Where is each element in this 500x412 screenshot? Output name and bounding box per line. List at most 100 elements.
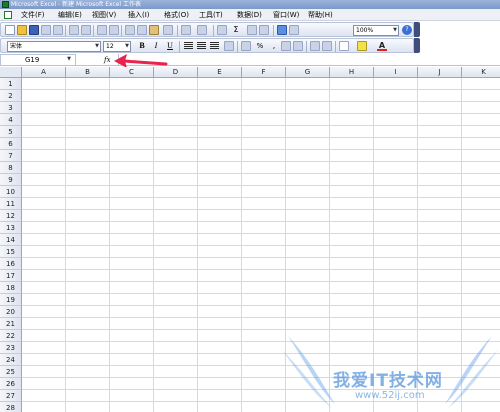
fill-color-icon[interactable]	[357, 41, 367, 51]
toolbar-options-handle[interactable]	[414, 22, 420, 37]
row-header[interactable]: 19	[0, 294, 22, 306]
column-header[interactable]: D	[154, 67, 198, 78]
toolbar-options-handle[interactable]	[414, 38, 420, 53]
column-header[interactable]: E	[198, 67, 242, 78]
print-preview-icon[interactable]	[81, 25, 91, 35]
row-header[interactable]: 12	[0, 210, 22, 222]
cut-icon[interactable]	[125, 25, 135, 35]
menu-view[interactable]: 视图(V)	[92, 9, 116, 21]
drawing-icon[interactable]	[289, 25, 299, 35]
column-header[interactable]: H	[330, 67, 374, 78]
row-header[interactable]: 15	[0, 246, 22, 258]
copy-icon[interactable]	[137, 25, 147, 35]
align-center-icon[interactable]	[197, 42, 206, 50]
formula-input[interactable]	[118, 54, 500, 66]
increase-indent-icon[interactable]	[322, 41, 332, 51]
row-header[interactable]: 7	[0, 150, 22, 162]
decrease-decimal-icon[interactable]	[293, 41, 303, 51]
row-header[interactable]: 27	[0, 390, 22, 402]
chevron-down-icon: ▼	[67, 56, 71, 62]
row-header[interactable]: 18	[0, 282, 22, 294]
column-header[interactable]: G	[286, 67, 330, 78]
row-header[interactable]: 10	[0, 186, 22, 198]
column-header[interactable]: I	[374, 67, 418, 78]
currency-icon[interactable]	[241, 41, 251, 51]
menu-bar: 文件(F) 编辑(E) 视图(V) 插入(I) 格式(O) 工具(T) 数据(D…	[0, 9, 500, 21]
font-select[interactable]: 宋体 ▼	[7, 41, 101, 52]
separator	[65, 25, 66, 36]
name-box[interactable]: G19 ▼	[0, 54, 76, 66]
help-icon[interactable]: ?	[402, 25, 412, 35]
column-header[interactable]: J	[418, 67, 462, 78]
row-header[interactable]: 25	[0, 366, 22, 378]
window-title: Microsoft Excel - 新建 Microsoft Excel 工作表	[11, 1, 142, 8]
autosum-button[interactable]: Σ	[231, 25, 241, 35]
align-left-icon[interactable]	[184, 42, 193, 50]
workbook-icon[interactable]	[4, 11, 12, 19]
merge-center-icon[interactable]	[224, 41, 234, 51]
save-icon[interactable]	[29, 25, 39, 35]
row-header[interactable]: 8	[0, 162, 22, 174]
spelling-icon[interactable]	[97, 25, 107, 35]
column-header[interactable]: A	[22, 67, 66, 78]
hyperlink-icon[interactable]	[217, 25, 227, 35]
row-header[interactable]: 16	[0, 258, 22, 270]
format-painter-icon[interactable]	[163, 25, 173, 35]
chart-wizard-icon[interactable]	[277, 25, 287, 35]
print-icon[interactable]	[69, 25, 79, 35]
row-header[interactable]: 21	[0, 318, 22, 330]
zoom-select[interactable]: 100% ▼	[353, 25, 399, 36]
row-header[interactable]: 28	[0, 402, 22, 412]
select-all-corner[interactable]	[0, 67, 22, 78]
sort-descending-icon[interactable]	[259, 25, 269, 35]
sort-ascending-icon[interactable]	[247, 25, 257, 35]
align-right-icon[interactable]	[210, 42, 219, 50]
column-header[interactable]: B	[66, 67, 110, 78]
row-header[interactable]: 1	[0, 78, 22, 90]
column-header[interactable]: K	[462, 67, 500, 78]
cell-area[interactable]	[22, 78, 500, 412]
row-header[interactable]: 2	[0, 90, 22, 102]
menu-file[interactable]: 文件(F)	[21, 9, 45, 21]
undo-icon[interactable]	[181, 25, 191, 35]
row-header[interactable]: 3	[0, 102, 22, 114]
row-header[interactable]: 14	[0, 234, 22, 246]
menu-tools[interactable]: 工具(T)	[199, 9, 223, 21]
open-icon[interactable]	[17, 25, 27, 35]
menu-data[interactable]: 数据(D)	[237, 9, 262, 21]
redo-icon[interactable]	[197, 25, 207, 35]
zoom-value: 100%	[356, 27, 374, 34]
permission-icon[interactable]	[41, 25, 51, 35]
row-header[interactable]: 11	[0, 198, 22, 210]
menu-help[interactable]: 帮助(H)	[308, 9, 333, 21]
row-header[interactable]: 23	[0, 342, 22, 354]
borders-icon[interactable]	[339, 41, 349, 51]
menu-window[interactable]: 窗口(W)	[273, 9, 299, 21]
column-header[interactable]: F	[242, 67, 286, 78]
row-header[interactable]: 17	[0, 270, 22, 282]
excel-app-icon	[2, 1, 9, 8]
paste-icon[interactable]	[149, 25, 159, 35]
percent-button[interactable]: %	[255, 41, 265, 51]
menu-format[interactable]: 格式(O)	[164, 9, 189, 21]
email-icon[interactable]	[53, 25, 63, 35]
column-header[interactable]: C	[110, 67, 154, 78]
row-header[interactable]: 20	[0, 306, 22, 318]
research-icon[interactable]	[109, 25, 119, 35]
row-header[interactable]: 6	[0, 138, 22, 150]
row-header[interactable]: 26	[0, 378, 22, 390]
decrease-indent-icon[interactable]	[310, 41, 320, 51]
menu-insert[interactable]: 插入(I)	[128, 9, 150, 21]
name-box-value: G19	[25, 56, 40, 64]
comma-button[interactable]: ,	[269, 41, 279, 51]
increase-decimal-icon[interactable]	[281, 41, 291, 51]
menu-edit[interactable]: 编辑(E)	[58, 9, 82, 21]
row-header[interactable]: 24	[0, 354, 22, 366]
row-header[interactable]: 5	[0, 126, 22, 138]
row-header[interactable]: 13	[0, 222, 22, 234]
font-color-icon[interactable]: A	[377, 41, 387, 51]
row-header[interactable]: 9	[0, 174, 22, 186]
new-icon[interactable]	[5, 25, 15, 35]
row-header[interactable]: 22	[0, 330, 22, 342]
row-header[interactable]: 4	[0, 114, 22, 126]
